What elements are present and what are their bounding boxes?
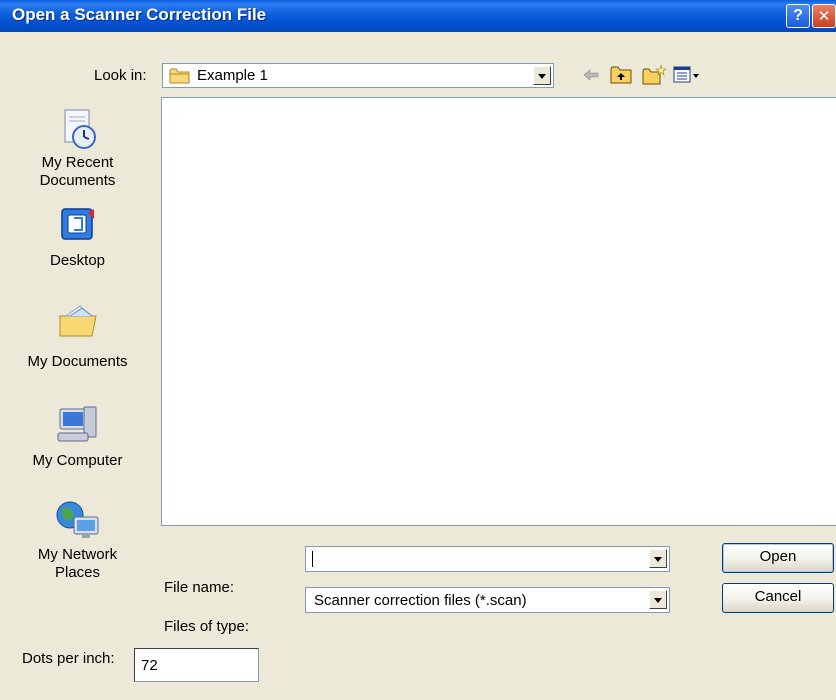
place-my-documents[interactable]: My Documents — [0, 302, 155, 371]
open-file-dialog: Open a Scanner Correction File ? ✕ Look … — [0, 0, 836, 700]
close-button[interactable]: ✕ — [812, 4, 836, 28]
cancel-button[interactable]: Cancel — [722, 583, 834, 613]
open-button[interactable]: Open — [722, 543, 834, 573]
place-my-recent-documents[interactable]: My Recent Documents — [0, 107, 155, 190]
place-desktop[interactable]: Desktop — [0, 205, 155, 270]
place-label: Desktop — [49, 252, 106, 269]
network-places-icon — [56, 501, 98, 538]
file-type-value: Scanner correction files (*.scan) — [314, 592, 527, 609]
dpi-label: Dots per inch: — [22, 650, 115, 667]
folder-icon — [169, 68, 190, 84]
view-menu-icon[interactable] — [672, 64, 702, 86]
file-name-label: File name: — [164, 579, 235, 596]
place-label: My Computer — [32, 452, 123, 469]
up-one-level-icon[interactable] — [609, 64, 633, 86]
chevron-down-icon[interactable] — [649, 590, 667, 609]
file-type-dropdown[interactable]: Scanner correction files (*.scan) — [305, 587, 670, 613]
look-in-label: Look in: — [94, 67, 147, 84]
look-in-dropdown[interactable]: Example 1 — [162, 63, 554, 88]
place-my-computer[interactable]: My Computer — [0, 403, 155, 470]
text-cursor — [312, 551, 313, 567]
close-icon: ✕ — [817, 7, 831, 25]
dialog-title: Open a Scanner Correction File — [12, 5, 267, 24]
file-type-label: Files of type: — [164, 618, 250, 635]
help-icon: ? — [793, 7, 803, 24]
place-my-network-places[interactable]: My Network Places — [0, 499, 155, 582]
dpi-input[interactable]: 72 — [134, 648, 259, 682]
file-name-combo[interactable] — [305, 546, 670, 572]
desktop-icon — [60, 208, 94, 240]
title-bar[interactable]: Open a Scanner Correction File ? ✕ — [0, 0, 836, 32]
place-label: My Documents — [27, 353, 128, 370]
create-new-folder-icon[interactable] — [641, 64, 667, 86]
dpi-value: 72 — [141, 657, 158, 674]
my-computer-icon — [57, 406, 96, 442]
back-arrow-icon[interactable] — [580, 64, 602, 86]
help-button[interactable]: ? — [786, 4, 810, 28]
my-documents-icon — [59, 305, 97, 337]
recent-documents-icon — [64, 109, 96, 149]
place-label: My Network Places — [37, 546, 118, 581]
chevron-down-icon[interactable] — [649, 549, 667, 568]
file-list[interactable] — [161, 97, 836, 526]
place-label: My Recent Documents — [39, 154, 116, 189]
chevron-down-icon[interactable] — [533, 66, 551, 85]
look-in-value: Example 1 — [197, 67, 268, 84]
